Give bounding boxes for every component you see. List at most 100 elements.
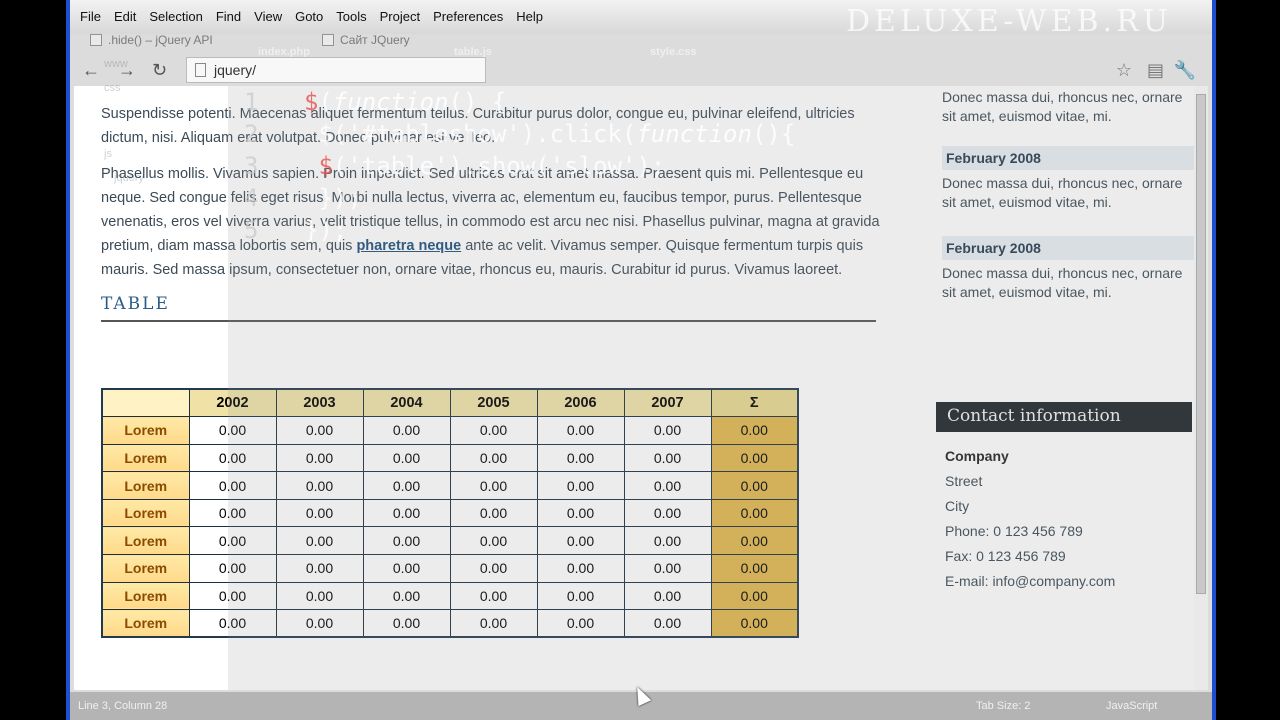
scrollbar-thumb[interactable]	[1196, 94, 1206, 594]
menu-file[interactable]: File	[80, 9, 101, 24]
sum-cell: 0.00	[710, 609, 799, 638]
page-icon	[322, 34, 334, 46]
value-cell: 0.00	[188, 443, 277, 473]
news-date: February 2008	[942, 146, 1194, 170]
menu-selection[interactable]: Selection	[149, 9, 202, 24]
sum-cell: 0.00	[710, 416, 799, 445]
value-cell: 0.00	[275, 416, 364, 445]
value-cell: 0.00	[449, 471, 538, 500]
value-cell: 0.00	[449, 526, 538, 556]
value-cell: 0.00	[536, 581, 625, 611]
value-cell: 0.00	[275, 526, 364, 556]
row-header-cell: Lorem	[101, 471, 190, 500]
value-cell: 0.00	[536, 471, 625, 500]
menu-help[interactable]: Help	[516, 9, 543, 24]
contact-heading: Contact information	[936, 402, 1192, 432]
value-cell: 0.00	[623, 554, 712, 583]
data-table: 2002 2003 2004 2005 2006 2007 Σ Lorem 0.0…	[101, 388, 799, 639]
menu-find[interactable]: Find	[216, 9, 241, 24]
value-cell: 0.00	[275, 498, 364, 528]
value-cell: 0.00	[536, 416, 625, 445]
menu-tools[interactable]: Tools	[336, 9, 366, 24]
contact-email: E-mail: info@company.com	[945, 573, 1116, 589]
news-date: February 2008	[942, 236, 1194, 260]
star-icon[interactable]: ☆	[1116, 60, 1132, 81]
value-cell: 0.00	[188, 498, 277, 528]
row-header-cell: Lorem	[101, 554, 190, 583]
value-cell: 0.00	[362, 471, 451, 500]
value-cell: 0.00	[623, 609, 712, 638]
value-cell: 0.00	[449, 554, 538, 583]
table-row: Lorem 0.00 0.00 0.00 0.00 0.00 0.00 0.00	[101, 443, 799, 473]
paragraph-1: Suspendisse potenti. Maecenas aliquet fe…	[101, 106, 855, 146]
table-row: Lorem 0.00 0.00 0.00 0.00 0.00 0.00 0.00	[101, 526, 799, 556]
sum-cell: 0.00	[710, 554, 799, 583]
value-cell: 0.00	[188, 416, 277, 445]
menu-project[interactable]: Project	[380, 9, 420, 24]
value-cell: 0.00	[536, 443, 625, 473]
value-cell: 0.00	[449, 581, 538, 611]
value-cell: 0.00	[275, 581, 364, 611]
editor-window: File Edit Selection Find View Goto Tools…	[66, 0, 1216, 720]
value-cell: 0.00	[362, 526, 451, 556]
row-header-cell: Lorem	[101, 416, 190, 445]
wrench-icon[interactable]: 🔧	[1174, 60, 1196, 81]
table-row: Lorem 0.00 0.00 0.00 0.00 0.00 0.00 0.00	[101, 498, 799, 528]
page-icon	[90, 34, 102, 46]
forward-arrow-icon[interactable]: →	[118, 60, 136, 81]
value-cell: 0.00	[623, 443, 712, 473]
value-cell: 0.00	[449, 609, 538, 638]
contact-fax: Fax: 0 123 456 789	[945, 548, 1066, 564]
value-cell: 0.00	[362, 416, 451, 445]
value-cell: 0.00	[449, 443, 538, 473]
tab-size[interactable]: Tab Size: 2	[976, 700, 1030, 712]
value-cell: 0.00	[623, 416, 712, 445]
table-header-2007: 2007	[623, 388, 712, 418]
value-cell: 0.00	[536, 498, 625, 528]
right-column: Donec massa dui, rhoncus nec, ornare sit…	[942, 86, 1194, 302]
value-cell: 0.00	[623, 498, 712, 528]
row-header-cell: Lorem	[101, 526, 190, 556]
reload-icon[interactable]: ↻	[152, 60, 167, 81]
paragraph-2: Phasellus mollis. Vivamus sapien. Proin …	[101, 162, 881, 282]
table-header-2004: 2004	[362, 388, 451, 418]
page-menu-icon[interactable]: ▤	[1147, 60, 1164, 81]
value-cell: 0.00	[362, 609, 451, 638]
value-cell: 0.00	[188, 581, 277, 611]
table-row: Lorem 0.00 0.00 0.00 0.00 0.00 0.00 0.00	[101, 416, 799, 445]
page-icon	[195, 63, 206, 77]
brand-watermark: DELUXE-WEB.RU	[845, 4, 1172, 39]
value-cell: 0.00	[188, 554, 277, 583]
window-body: File Edit Selection Find View Goto Tools…	[70, 0, 1212, 720]
table-header-2002: 2002	[188, 388, 277, 418]
value-cell: 0.00	[449, 416, 538, 445]
contact-info: Company Street City Phone: 0 123 456 789…	[945, 444, 1115, 594]
syntax-mode[interactable]: JavaScript	[1106, 700, 1157, 712]
menu-preferences[interactable]: Preferences	[433, 9, 503, 24]
value-cell: 0.00	[188, 471, 277, 500]
menu-view[interactable]: View	[254, 9, 282, 24]
value-cell: 0.00	[362, 443, 451, 473]
menu-edit[interactable]: Edit	[114, 9, 136, 24]
menu-goto[interactable]: Goto	[295, 9, 323, 24]
value-cell: 0.00	[275, 443, 364, 473]
table-row: Lorem 0.00 0.00 0.00 0.00 0.00 0.00 0.00	[101, 554, 799, 583]
sum-cell: 0.00	[710, 443, 799, 473]
cursor-position: Line 3, Column 28	[78, 700, 168, 712]
value-cell: 0.00	[623, 581, 712, 611]
back-arrow-icon[interactable]: ←	[82, 60, 100, 81]
row-header-cell: Lorem	[101, 498, 190, 528]
value-cell: 0.00	[188, 526, 277, 556]
value-cell: 0.00	[623, 526, 712, 556]
contact-street: Street	[945, 473, 983, 489]
browser-tab-label: .hide() – jQuery API	[108, 33, 213, 47]
sum-cell: 0.00	[710, 471, 799, 500]
value-cell: 0.00	[362, 554, 451, 583]
contact-city: City	[945, 498, 970, 514]
vertical-scrollbar[interactable]	[1194, 86, 1208, 690]
value-cell: 0.00	[275, 471, 364, 500]
value-cell: 0.00	[275, 609, 364, 638]
address-bar[interactable]: jquery/	[186, 57, 486, 83]
sum-cell: 0.00	[710, 581, 799, 611]
pharetra-neque-link[interactable]: pharetra neque	[356, 238, 461, 254]
